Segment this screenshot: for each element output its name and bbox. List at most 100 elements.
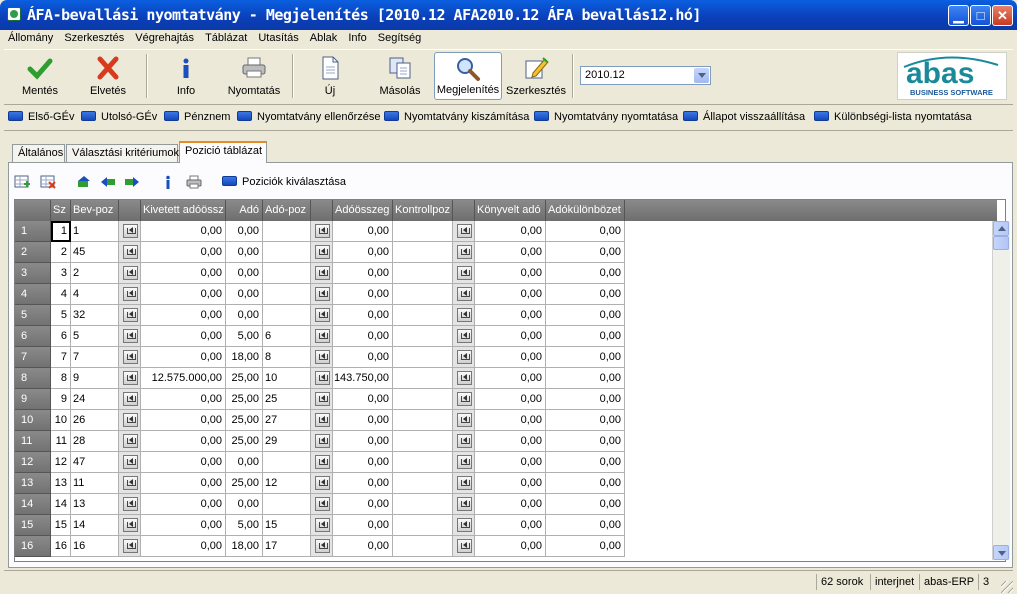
last-period-button[interactable]: Utolsó-GÉv: [81, 111, 157, 123]
cell-kivetett[interactable]: 0,00: [141, 536, 226, 557]
cell-ado[interactable]: 18,00: [226, 536, 263, 557]
scroll-up-button[interactable]: [993, 221, 1009, 236]
cell-picker-1[interactable]: [119, 431, 141, 452]
lookup-icon[interactable]: [123, 392, 138, 406]
lookup-icon[interactable]: [315, 476, 330, 490]
cell-kivetett[interactable]: 0,00: [141, 389, 226, 410]
edit-button[interactable]: Szerkesztés: [504, 52, 568, 100]
cell-picker-2[interactable]: [311, 347, 333, 368]
cell-sz[interactable]: 13: [51, 473, 71, 494]
header-adoosszeg[interactable]: Adóösszeg: [333, 200, 393, 221]
cell-ado-poz[interactable]: [263, 305, 311, 326]
cell-picker-3[interactable]: [453, 389, 475, 410]
cell-kontrollpoz[interactable]: [393, 494, 453, 515]
cell-ado-poz[interactable]: 6: [263, 326, 311, 347]
info-icon[interactable]: [160, 175, 176, 189]
cell-kivetett[interactable]: 0,00: [141, 431, 226, 452]
cell-picker-3[interactable]: [453, 431, 475, 452]
cell-sz[interactable]: 3: [51, 263, 71, 284]
check-form-button[interactable]: Nyomtatvány ellenőrzése: [237, 111, 381, 123]
tab-general[interactable]: Általános: [12, 144, 65, 162]
cell-picker-2[interactable]: [311, 431, 333, 452]
add-row-icon[interactable]: [14, 175, 30, 189]
cell-ado-poz[interactable]: [263, 263, 311, 284]
cell-picker-2[interactable]: [311, 221, 333, 242]
cell-picker-3[interactable]: [453, 410, 475, 431]
cell-kivetett[interactable]: 0,00: [141, 452, 226, 473]
cell-konyvelt-ado[interactable]: 0,00: [475, 263, 546, 284]
display-button[interactable]: Megjelenítés: [434, 52, 502, 100]
lookup-icon[interactable]: [123, 266, 138, 280]
lookup-icon[interactable]: [315, 392, 330, 406]
cell-kivetett[interactable]: 0,00: [141, 284, 226, 305]
cell-konyvelt-ado[interactable]: 0,00: [475, 473, 546, 494]
cell-sz[interactable]: 11: [51, 431, 71, 452]
lookup-icon[interactable]: [123, 245, 138, 259]
cell-kontrollpoz[interactable]: [393, 452, 453, 473]
cell-ado-poz[interactable]: 8: [263, 347, 311, 368]
lookup-icon[interactable]: [123, 287, 138, 301]
lookup-icon[interactable]: [315, 245, 330, 259]
tab-selection-criteria[interactable]: Választási kritériumok: [66, 144, 179, 162]
cell-adokulonbozet[interactable]: 0,00: [546, 368, 625, 389]
lookup-icon[interactable]: [123, 224, 138, 238]
cell-picker-1[interactable]: [119, 494, 141, 515]
menu-command[interactable]: Utasítás: [254, 30, 302, 44]
lookup-icon[interactable]: [123, 434, 138, 448]
cell-picker-2[interactable]: [311, 242, 333, 263]
cell-picker-2[interactable]: [311, 473, 333, 494]
cell-picker-3[interactable]: [453, 284, 475, 305]
table-row[interactable]: 16 16 16 0,00 18,00 17 0,00 0,00 0,00: [15, 536, 1005, 557]
cell-picker-1[interactable]: [119, 473, 141, 494]
lookup-icon[interactable]: [457, 350, 472, 364]
lookup-icon[interactable]: [457, 497, 472, 511]
cell-picker-2[interactable]: [311, 389, 333, 410]
cell-ado[interactable]: 0,00: [226, 284, 263, 305]
cell-konyvelt-ado[interactable]: 0,00: [475, 410, 546, 431]
lookup-icon[interactable]: [457, 476, 472, 490]
header-bev-poz[interactable]: Bev-poz: [71, 200, 119, 221]
cell-picker-3[interactable]: [453, 263, 475, 284]
menu-edit[interactable]: Szerkesztés: [60, 30, 128, 44]
cell-ado[interactable]: 5,00: [226, 515, 263, 536]
cell-ado-poz[interactable]: [263, 452, 311, 473]
cell-kivetett[interactable]: 0,00: [141, 347, 226, 368]
lookup-icon[interactable]: [123, 413, 138, 427]
save-button[interactable]: Mentés: [8, 52, 72, 100]
lookup-icon[interactable]: [457, 287, 472, 301]
cell-kontrollpoz[interactable]: [393, 284, 453, 305]
cell-picker-2[interactable]: [311, 410, 333, 431]
cell-picker-2[interactable]: [311, 305, 333, 326]
cell-sz[interactable]: 16: [51, 536, 71, 557]
cell-ado-poz[interactable]: [263, 284, 311, 305]
cell-sz[interactable]: 4: [51, 284, 71, 305]
lookup-icon[interactable]: [457, 371, 472, 385]
cell-adokulonbozet[interactable]: 0,00: [546, 242, 625, 263]
cell-picker-2[interactable]: [311, 452, 333, 473]
cell-konyvelt-ado[interactable]: 0,00: [475, 494, 546, 515]
cell-sz[interactable]: 5: [51, 305, 71, 326]
cell-picker-1[interactable]: [119, 347, 141, 368]
lookup-icon[interactable]: [457, 329, 472, 343]
cell-adoosszeg[interactable]: 0,00: [333, 410, 393, 431]
header-sz[interactable]: Sz: [51, 200, 71, 221]
cell-kontrollpoz[interactable]: [393, 536, 453, 557]
lookup-icon[interactable]: [457, 245, 472, 259]
cell-picker-2[interactable]: [311, 263, 333, 284]
table-row[interactable]: 10 10 26 0,00 25,00 27 0,00 0,00 0,00: [15, 410, 1005, 431]
cell-bev-poz[interactable]: 7: [71, 347, 119, 368]
cell-kivetett[interactable]: 0,00: [141, 494, 226, 515]
lookup-icon[interactable]: [457, 224, 472, 238]
header-kontrollpoz[interactable]: Kontrollpoz: [393, 200, 453, 221]
cell-adokulonbozet[interactable]: 0,00: [546, 452, 625, 473]
cell-bev-poz[interactable]: 2: [71, 263, 119, 284]
header-ado-poz[interactable]: Adó-poz: [263, 200, 311, 221]
cell-konyvelt-ado[interactable]: 0,00: [475, 536, 546, 557]
cell-ado[interactable]: 25,00: [226, 431, 263, 452]
cell-ado[interactable]: 25,00: [226, 389, 263, 410]
cell-kivetett[interactable]: 0,00: [141, 473, 226, 494]
cell-ado[interactable]: 25,00: [226, 368, 263, 389]
table-row[interactable]: 14 14 13 0,00 0,00 0,00 0,00 0,00: [15, 494, 1005, 515]
lookup-icon[interactable]: [457, 455, 472, 469]
lookup-icon[interactable]: [315, 413, 330, 427]
